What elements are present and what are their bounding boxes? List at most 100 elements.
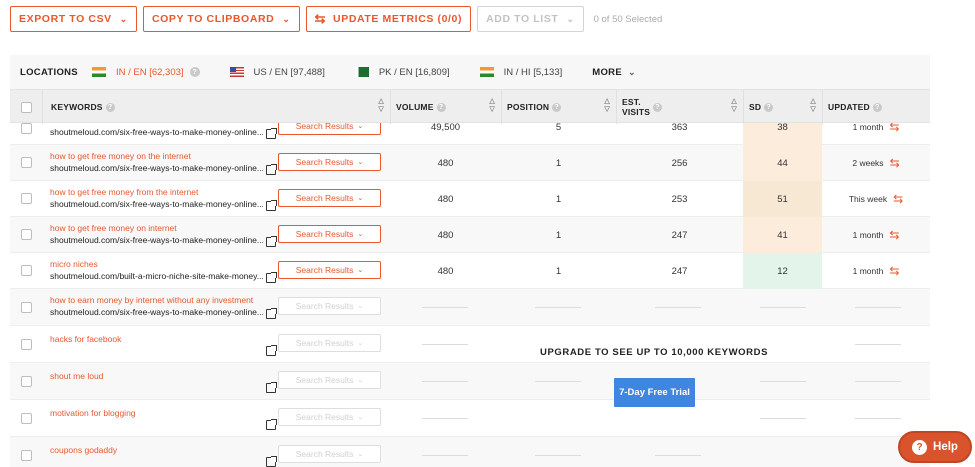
info-icon[interactable]: ?: [105, 102, 115, 112]
header-keywords[interactable]: KEYWORDS ? △ ▽: [42, 90, 390, 124]
row-checkbox[interactable]: [21, 123, 32, 134]
search-results-button[interactable]: Search Results ⌄: [278, 334, 381, 352]
select-all-cell: [10, 90, 42, 124]
sort-icon[interactable]: △ ▽: [810, 98, 816, 114]
search-results-label: Search Results: [295, 123, 354, 131]
search-results-button[interactable]: Search Results ⌄: [278, 297, 381, 315]
keyword-url[interactable]: shoutmeloud.com/built-a-micro-niche-site…: [50, 271, 263, 281]
external-link-icon[interactable]: [266, 128, 277, 139]
row-checkbox[interactable]: [21, 229, 32, 240]
search-results-button[interactable]: Search Results ⌄: [278, 153, 381, 171]
add-to-list-button[interactable]: ADD TO LIST ⌄: [477, 6, 584, 32]
location-in-hi[interactable]: IN / HI [5,133]: [479, 67, 562, 78]
refresh-icon[interactable]: ⇆: [889, 123, 899, 134]
info-icon[interactable]: ?: [653, 102, 662, 112]
keyword-link[interactable]: micro niches: [50, 259, 98, 269]
external-link-icon[interactable]: [266, 164, 277, 175]
free-trial-button[interactable]: 7-Day Free Trial: [614, 378, 695, 407]
refresh-icon[interactable]: ⇆: [889, 228, 899, 242]
keyword-link[interactable]: shout me loud: [50, 371, 103, 381]
update-metrics-label: UPDATE METRICS (0/0): [333, 13, 463, 25]
row-checkbox[interactable]: [21, 193, 32, 204]
header-updated[interactable]: UPDATED ?: [822, 90, 930, 124]
keyword-url[interactable]: shoutmeloud.com/six-free-ways-to-make-mo…: [50, 163, 263, 173]
search-results-button[interactable]: Search Results ⌄: [278, 445, 381, 463]
location-us-en[interactable]: US / EN [97,488]: [229, 67, 325, 78]
keyword-link[interactable]: how to get free money on the internet: [50, 151, 191, 161]
info-icon[interactable]: ?: [552, 102, 562, 112]
header-keywords-label: KEYWORDS: [51, 102, 103, 112]
select-all-checkbox[interactable]: [20, 101, 32, 113]
sd-value: 38: [777, 123, 788, 133]
external-link-icon[interactable]: [266, 456, 277, 467]
header-position[interactable]: POSITION ? △ ▽: [501, 90, 616, 124]
keyword-link[interactable]: hacks for facebook: [50, 334, 121, 344]
locations-label: LOCATIONS: [20, 66, 78, 78]
keyword-link[interactable]: how to get free money on internet: [50, 223, 177, 233]
volume-cell: 480: [437, 193, 454, 205]
more-locations-button[interactable]: MORE ⌄: [592, 67, 636, 78]
row-checkbox[interactable]: [21, 302, 32, 313]
location-in-en[interactable]: IN / EN [62,303] ?: [91, 67, 200, 78]
info-icon[interactable]: ?: [872, 102, 882, 112]
header-est-visits[interactable]: EST. VISITS ? △ ▽: [616, 90, 743, 124]
search-results-button[interactable]: Search Results ⌄: [278, 189, 381, 207]
sort-icon[interactable]: △ ▽: [604, 98, 610, 114]
external-link-icon[interactable]: [266, 308, 277, 319]
export-csv-button[interactable]: EXPORT TO CSV ⌄: [10, 6, 137, 32]
info-icon[interactable]: ?: [189, 67, 200, 77]
row-checkbox[interactable]: [21, 339, 32, 350]
sort-icon[interactable]: △ ▽: [378, 98, 384, 114]
refresh-icon[interactable]: ⇆: [893, 192, 903, 206]
sd-cell: 41: [743, 217, 822, 253]
refresh-icon[interactable]: ⇆: [889, 264, 899, 278]
header-volume[interactable]: VOLUME ? △ ▽: [390, 90, 501, 124]
add-to-list-label: ADD TO LIST: [486, 13, 559, 25]
external-link-icon[interactable]: [266, 236, 277, 247]
external-link-icon[interactable]: [266, 200, 277, 211]
search-results-button[interactable]: Search Results ⌄: [278, 408, 381, 426]
placeholder-dash: [535, 381, 581, 382]
update-metrics-button[interactable]: ⇆ UPDATE METRICS (0/0): [305, 6, 472, 32]
header-sd[interactable]: SD ? △ ▽: [743, 90, 822, 124]
keyword-url[interactable]: shoutmeloud.com/six-free-ways-to-make-mo…: [50, 307, 263, 317]
keyword-url[interactable]: shoutmeloud.com/six-free-ways-to-make-mo…: [50, 235, 263, 245]
info-icon[interactable]: ?: [764, 102, 774, 112]
location-pk-en[interactable]: PK / EN [16,809]: [354, 67, 450, 78]
sort-icon[interactable]: △ ▽: [489, 98, 495, 114]
keyword-url[interactable]: shoutmeloud.com/six-free-ways-to-make-mo…: [50, 127, 263, 137]
row-checkbox[interactable]: [21, 376, 32, 387]
locked-table-row: motivation for blogging Search Results ⌄: [10, 400, 930, 437]
search-results-button[interactable]: Search Results ⌄: [278, 225, 381, 243]
selected-count: 0 of 50 Selected: [593, 13, 663, 25]
keyword-link[interactable]: coupons godaddy: [50, 445, 117, 455]
updated-cell: 1 month ⇆: [822, 123, 930, 145]
visits-cell: 256: [671, 157, 688, 169]
keyword-link[interactable]: how to get free money from the internet: [50, 187, 198, 197]
keyword-link[interactable]: motivation for blogging: [50, 408, 136, 418]
external-link-icon[interactable]: [266, 382, 277, 393]
row-checkbox[interactable]: [21, 157, 32, 168]
search-results-button[interactable]: Search Results ⌄: [278, 123, 381, 135]
sd-cell: 51: [743, 181, 822, 217]
row-checkbox[interactable]: [21, 265, 32, 276]
keyword-link[interactable]: how to earn money by internet without an…: [50, 295, 253, 305]
row-checkbox[interactable]: [21, 450, 32, 461]
updated-cell: This week ⇆: [822, 181, 930, 217]
chevron-down-icon: ⌄: [627, 66, 636, 77]
external-link-icon[interactable]: [266, 345, 277, 356]
search-results-button[interactable]: Search Results ⌄: [278, 371, 381, 389]
external-link-icon[interactable]: [266, 419, 277, 430]
row-checkbox[interactable]: [21, 413, 32, 424]
sort-icon[interactable]: △ ▽: [731, 98, 737, 114]
copy-clipboard-button[interactable]: COPY TO CLIPBOARD ⌄: [142, 6, 300, 32]
refresh-icon[interactable]: ⇆: [890, 156, 900, 170]
volume-cell: 49,500: [430, 123, 461, 133]
external-link-icon[interactable]: [266, 272, 277, 283]
help-button[interactable]: ? Help: [898, 431, 972, 463]
search-results-button[interactable]: Search Results ⌄: [278, 261, 381, 279]
info-icon[interactable]: ?: [436, 102, 446, 112]
keyword-url[interactable]: shoutmeloud.com/six-free-ways-to-make-mo…: [50, 199, 263, 209]
locations-bar: LOCATIONS IN / EN [62,303] ? US / EN [97…: [10, 55, 930, 89]
placeholder-dash: [855, 418, 901, 419]
